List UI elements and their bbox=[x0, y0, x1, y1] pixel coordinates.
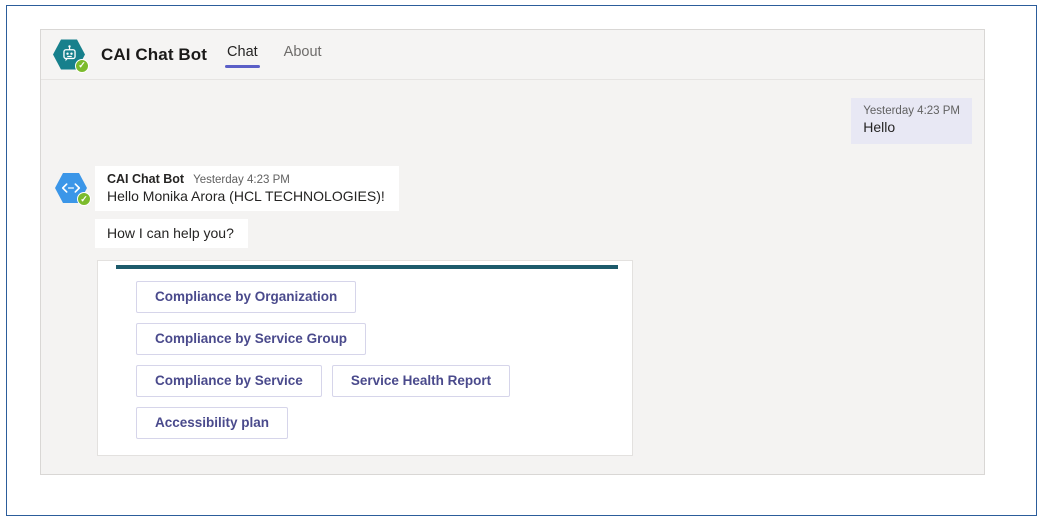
message-text: Hello Monika Arora (HCL TECHNOLOGIES)! bbox=[107, 188, 385, 204]
card-button-row: Compliance by Service Service Health Rep… bbox=[136, 365, 632, 397]
message-row-user-hello: Yesterday 4:23 PM Hello bbox=[53, 98, 972, 144]
message-row-bot-greeting: ✓ CAI Chat Bot Yesterday 4:23 PM Hello M… bbox=[53, 166, 972, 456]
action-button-compliance-by-service[interactable]: Compliance by Service bbox=[136, 365, 322, 397]
message-bubble-bot[interactable]: CAI Chat Bot Yesterday 4:23 PM Hello Mon… bbox=[95, 166, 399, 211]
card-action-buttons: Compliance by Organization Compliance by… bbox=[98, 269, 632, 439]
message-author: CAI Chat Bot bbox=[107, 172, 185, 186]
message-bubble-bot-followup[interactable]: How I can help you? bbox=[95, 219, 248, 248]
chat-message-list[interactable]: Yesterday 4:23 PM Hello ✓ CAI Chat Bot Y… bbox=[41, 80, 984, 474]
verified-badge-icon: ✓ bbox=[75, 58, 89, 73]
outer-frame: ✓ CAI Chat Bot Chat About Yesterday 4:23… bbox=[6, 5, 1037, 516]
message-text: How I can help you? bbox=[107, 225, 234, 241]
card-button-row: Accessibility plan bbox=[136, 407, 632, 439]
app-window: ✓ CAI Chat Bot Chat About Yesterday 4:23… bbox=[40, 29, 985, 475]
action-button-accessibility-plan[interactable]: Accessibility plan bbox=[136, 407, 289, 439]
card-button-row: Compliance by Service Group bbox=[136, 323, 632, 355]
page-title: CAI Chat Bot bbox=[101, 44, 208, 64]
verified-badge-icon: ✓ bbox=[77, 192, 91, 206]
app-header: ✓ CAI Chat Bot Chat About bbox=[41, 30, 984, 80]
tab-chat[interactable]: Chat bbox=[225, 40, 260, 70]
tab-chat-label: Chat bbox=[227, 43, 258, 60]
card-button-row: Compliance by Organization bbox=[136, 281, 632, 313]
action-button-compliance-by-service-group[interactable]: Compliance by Service Group bbox=[136, 323, 367, 355]
message-bubble-user[interactable]: Yesterday 4:23 PM Hello bbox=[851, 98, 972, 144]
message-timestamp: Yesterday 4:23 PM bbox=[863, 105, 960, 117]
adaptive-card: Compliance by Organization Compliance by… bbox=[97, 260, 633, 456]
avatar: ✓ bbox=[53, 166, 95, 456]
message-timestamp: Yesterday 4:23 PM bbox=[193, 174, 290, 186]
tab-about[interactable]: About bbox=[282, 40, 324, 70]
action-button-service-health-report[interactable]: Service Health Report bbox=[331, 365, 511, 397]
tab-about-label: About bbox=[283, 43, 322, 60]
app-logo: ✓ bbox=[51, 37, 91, 73]
message-text: Hello bbox=[863, 119, 896, 135]
bot-message-stack: CAI Chat Bot Yesterday 4:23 PM Hello Mon… bbox=[95, 166, 972, 456]
action-button-compliance-by-organization[interactable]: Compliance by Organization bbox=[136, 281, 357, 313]
